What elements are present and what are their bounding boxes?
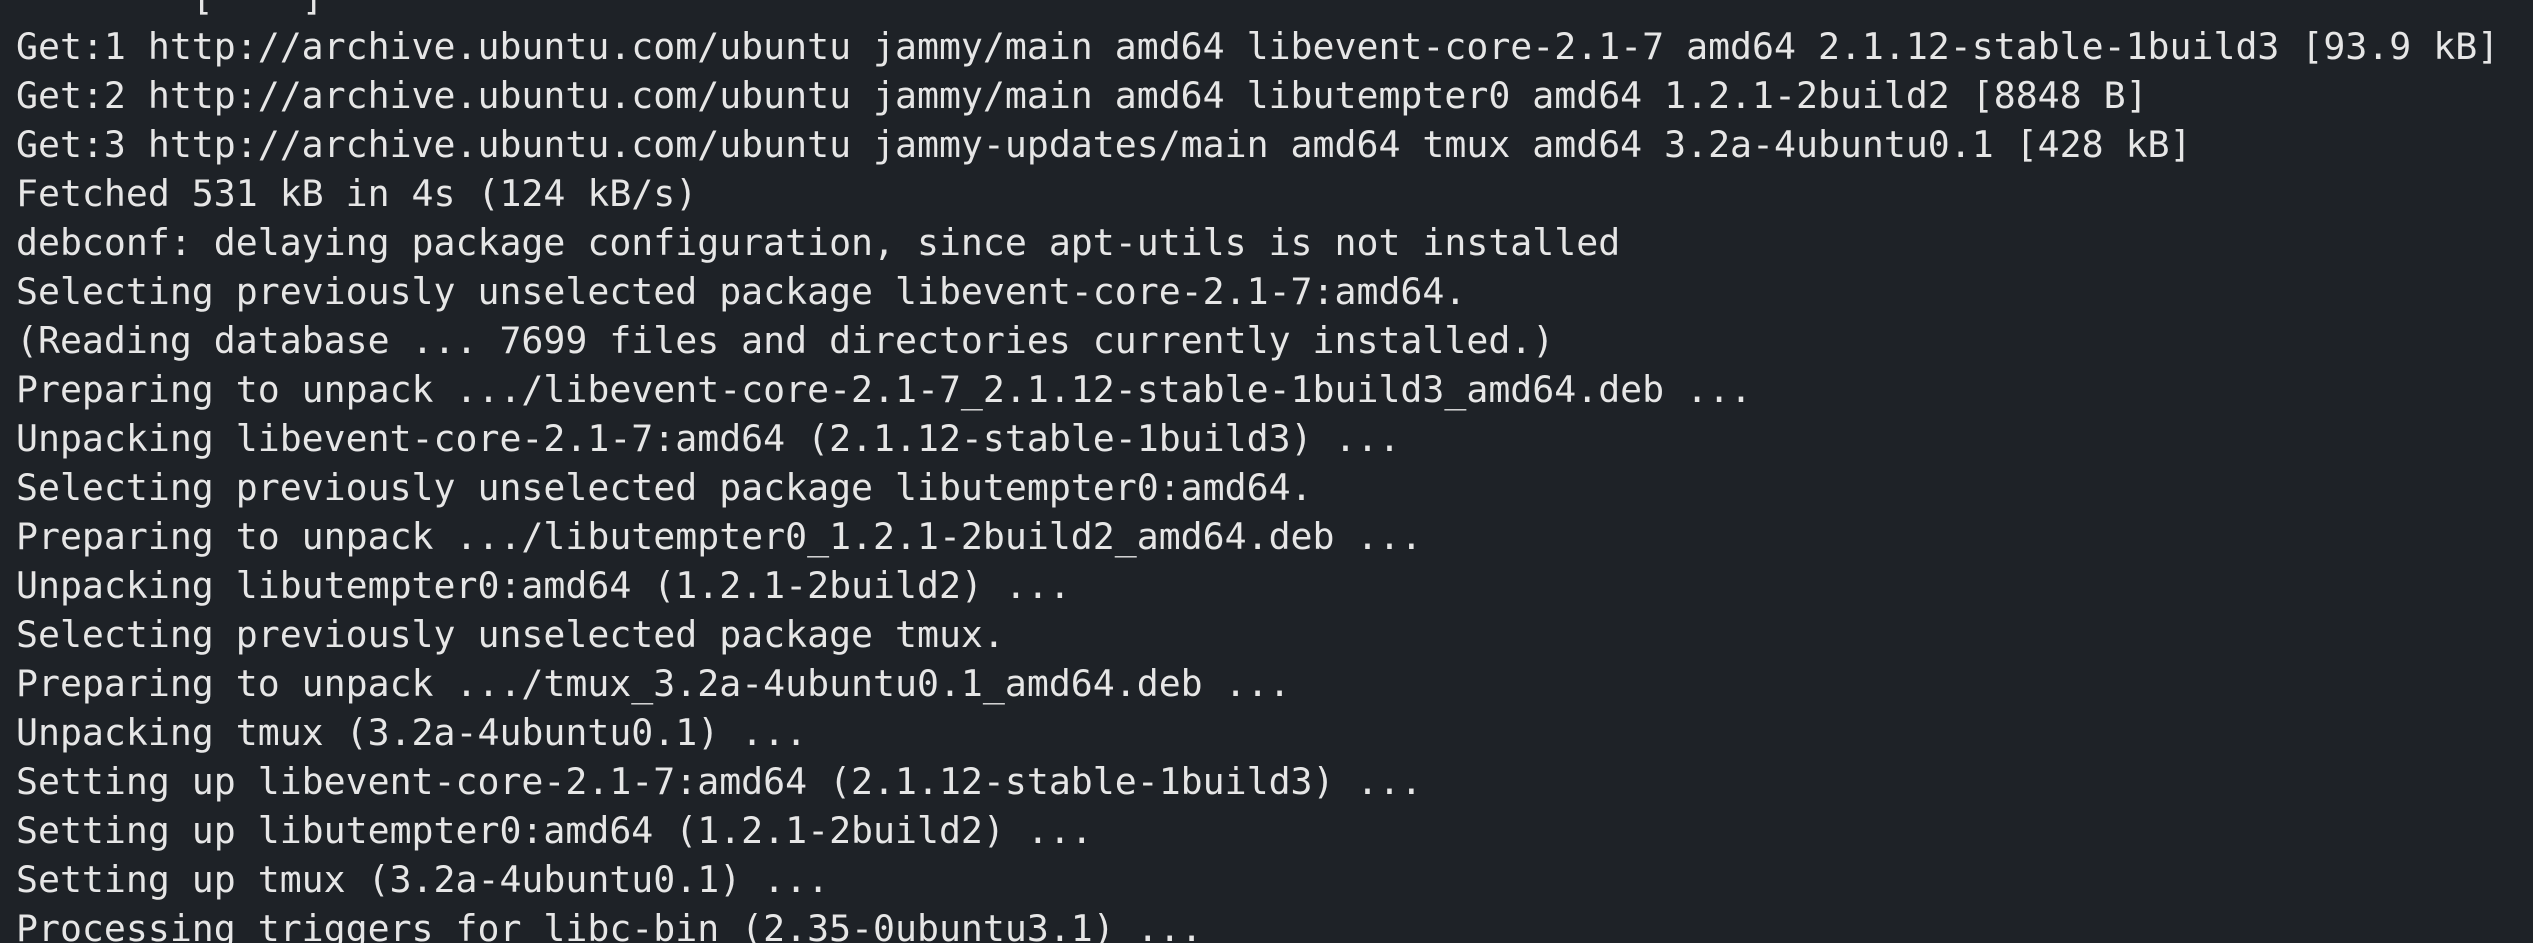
terminal-line: debconf: delaying package configuration,… xyxy=(16,221,1621,264)
terminal-line: Setting up libevent-core-2.1-7:amd64 (2.… xyxy=(16,760,1423,803)
terminal-line: Setting up libutempter0:amd64 (1.2.1-2bu… xyxy=(16,809,1093,852)
terminal-line: Processing triggers for libc-bin (2.35-0… xyxy=(16,907,1203,943)
terminal-line: Preparing to unpack .../tmux_3.2a-4ubunt… xyxy=(16,662,1291,705)
terminal-output: [ ] Get:1 http://archive.ubuntu.com/ubun… xyxy=(16,0,2499,943)
terminal-line: Setting up tmux (3.2a-4ubuntu0.1) ... xyxy=(16,858,830,901)
terminal-line: Selecting previously unselected package … xyxy=(16,466,1313,509)
terminal-line: Get:1 http://archive.ubuntu.com/ubuntu j… xyxy=(16,25,2500,68)
terminal-line: Get:2 http://archive.ubuntu.com/ubuntu j… xyxy=(16,74,2148,117)
terminal-line: Preparing to unpack .../libevent-core-2.… xyxy=(16,368,1753,411)
terminal-line: Unpacking libutempter0:amd64 (1.2.1-2bui… xyxy=(16,564,1071,607)
terminal-line: Fetched 531 kB in 4s (124 kB/s) xyxy=(16,172,698,215)
terminal-line-partial: [ ] xyxy=(16,0,2499,22)
terminal-line: Selecting previously unselected package … xyxy=(16,613,1005,656)
terminal-line: Unpacking libevent-core-2.1-7:amd64 (2.1… xyxy=(16,417,1401,460)
terminal-line: Selecting previously unselected package … xyxy=(16,270,1467,313)
terminal-window[interactable]: [ ] Get:1 http://archive.ubuntu.com/ubun… xyxy=(0,0,2533,943)
terminal-line: Unpacking tmux (3.2a-4ubuntu0.1) ... xyxy=(16,711,808,754)
terminal-line: Get:3 http://archive.ubuntu.com/ubuntu j… xyxy=(16,123,2192,166)
terminal-line: Preparing to unpack .../libutempter0_1.2… xyxy=(16,515,1423,558)
terminal-line: (Reading database ... 7699 files and dir… xyxy=(16,319,1555,362)
